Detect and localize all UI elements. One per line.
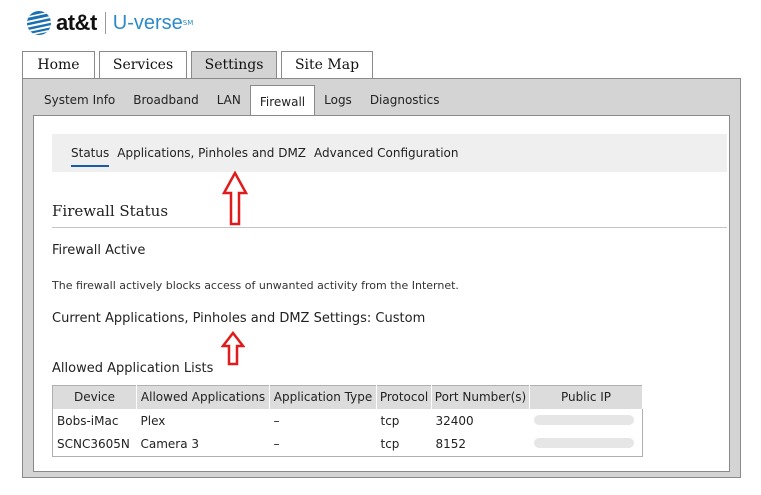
firewall-content: Status Applications, Pinholes and DMZ Ad… bbox=[33, 115, 730, 472]
subtab-lan[interactable]: LAN bbox=[208, 85, 250, 115]
subtab-broadband[interactable]: Broadband bbox=[124, 85, 207, 115]
table-row: SCNC3605N Camera 3 – tcp 8152 bbox=[53, 433, 643, 457]
allowed-apps-heading: Allowed Application Lists bbox=[52, 361, 214, 376]
logo-divider bbox=[104, 12, 106, 34]
cell-type: – bbox=[273, 413, 280, 428]
firewall-nav-status[interactable]: Status bbox=[71, 134, 110, 172]
subtab-system-info[interactable]: System Info bbox=[35, 85, 124, 115]
allowed-apps-table: Device Allowed Applications Application … bbox=[52, 385, 643, 457]
tab-site-map[interactable]: Site Map bbox=[281, 51, 373, 78]
firewall-nav: Status Applications, Pinholes and DMZ Ad… bbox=[52, 134, 727, 172]
cell-public-ip-redacted bbox=[530, 409, 643, 433]
cell-public-ip-redacted bbox=[530, 433, 643, 457]
settings-panel: System Info Broadband LAN Firewall Logs … bbox=[22, 78, 741, 478]
cell-protocol: tcp bbox=[380, 437, 400, 452]
cell-app: Camera 3 bbox=[140, 437, 200, 452]
subtab-logs[interactable]: Logs bbox=[315, 85, 361, 115]
table-header-row: Device Allowed Applications Application … bbox=[52, 385, 643, 409]
col-protocol: Protocol bbox=[376, 385, 432, 409]
col-port: Port Number(s) bbox=[431, 385, 530, 409]
att-uverse-logo: at&t U-verse SM bbox=[26, 8, 193, 38]
col-device: Device bbox=[52, 385, 137, 409]
tab-services[interactable]: Services bbox=[99, 51, 187, 78]
logo-product-text: U-verse bbox=[112, 11, 183, 34]
table-row: Bobs-iMac Plex – tcp 32400 bbox=[53, 409, 643, 433]
main-tab-bar: Home Services Settings Site Map bbox=[22, 51, 377, 78]
subtab-firewall[interactable]: Firewall bbox=[249, 85, 316, 117]
subtab-diagnostics[interactable]: Diagnostics bbox=[361, 85, 449, 115]
firewall-nav-applications[interactable]: Applications, Pinholes and DMZ bbox=[117, 134, 306, 172]
tab-home[interactable]: Home bbox=[22, 51, 95, 78]
current-settings-heading: Current Applications, Pinholes and DMZ S… bbox=[52, 311, 426, 326]
col-public-ip: Public IP bbox=[529, 385, 643, 409]
annotation-arrow-up-icon bbox=[221, 331, 245, 366]
cell-port: 8152 bbox=[435, 437, 467, 452]
cell-device: Bobs-iMac bbox=[57, 413, 119, 428]
firewall-active-heading: Firewall Active bbox=[52, 243, 146, 258]
settings-sub-tabs: System Info Broadband LAN Firewall Logs … bbox=[35, 85, 449, 117]
tab-settings[interactable]: Settings bbox=[191, 51, 277, 78]
firewall-description: The firewall actively blocks access of u… bbox=[52, 279, 459, 292]
logo-trademark: SM bbox=[182, 19, 194, 27]
col-app-type: Application Type bbox=[269, 385, 377, 409]
firewall-nav-advanced[interactable]: Advanced Configuration bbox=[314, 134, 458, 172]
cell-port: 32400 bbox=[435, 413, 474, 428]
cell-app: Plex bbox=[140, 413, 166, 428]
logo-brand-text: at&t bbox=[56, 10, 97, 35]
col-allowed-apps: Allowed Applications bbox=[136, 385, 270, 409]
annotation-arrow-up-icon bbox=[222, 171, 248, 226]
page-title: Firewall Status bbox=[52, 202, 727, 228]
att-globe-icon bbox=[27, 11, 51, 35]
cell-device: SCNC3605N bbox=[57, 437, 130, 452]
cell-type: – bbox=[273, 437, 280, 452]
cell-protocol: tcp bbox=[380, 413, 400, 428]
